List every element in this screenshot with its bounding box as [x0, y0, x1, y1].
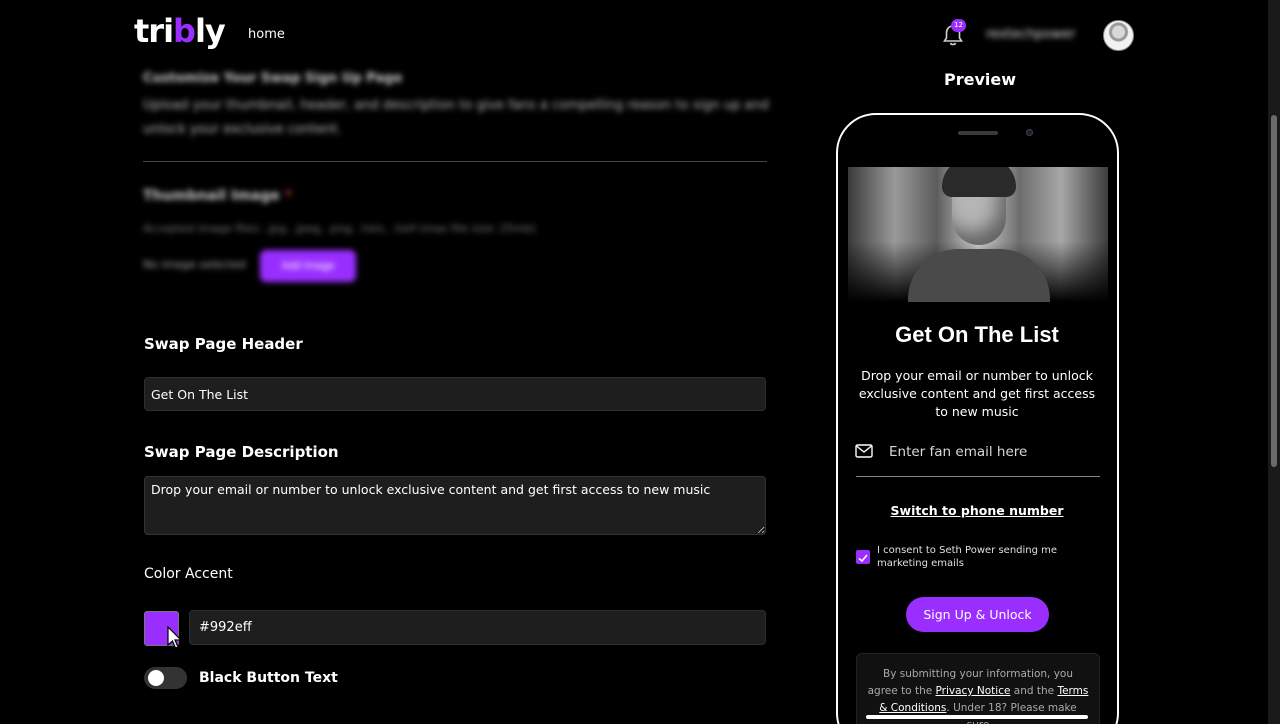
- preview-description: Drop your email or number to unlock excl…: [858, 368, 1096, 419]
- thumbnail-accepted-types: Accepted image files: .jpg, .jpeg, .png,…: [143, 222, 536, 235]
- preview-heading: Get On The List: [895, 322, 1059, 347]
- mail-icon: [855, 444, 873, 458]
- cursor-pointer-icon: [167, 626, 183, 649]
- sign-up-unlock-button[interactable]: Sign Up & Unlock: [906, 597, 1049, 632]
- required-mark: *: [284, 188, 292, 204]
- swap-page-header-input[interactable]: [144, 377, 766, 411]
- phone-home-indicator: [866, 715, 1088, 719]
- tribly-logo[interactable]: tribly: [134, 12, 226, 50]
- username[interactable]: rextechpower: [986, 27, 1075, 42]
- top-navigation: tribly home 12 rextechpower: [0, 0, 1268, 70]
- notification-badge: 12: [951, 19, 966, 32]
- preview-thumbnail-image: [848, 167, 1108, 302]
- logo-text: tri: [134, 12, 174, 50]
- logo-text-end: ly: [194, 12, 226, 50]
- swap-page-description-textarea[interactable]: Drop your email or number to unlock excl…: [144, 476, 766, 535]
- check-icon: [858, 554, 868, 563]
- thumbnail-label-text: Thumbnail Image: [143, 188, 280, 204]
- add-image-button[interactable]: Add Image: [260, 250, 356, 282]
- switch-to-phone-link[interactable]: Switch to phone number: [848, 503, 1106, 518]
- swap-page-header-label: Swap Page Header: [144, 335, 303, 353]
- legal-suffix: . Under 18? Please make sure: [946, 702, 1077, 724]
- email-underline: [856, 476, 1100, 477]
- preview-title: Preview: [944, 70, 1017, 89]
- nav-link-home[interactable]: home: [248, 27, 285, 42]
- consent-text: I consent to Seth Power sending me marke…: [877, 545, 1058, 569]
- thumbnail-no-image-text: No image selected: [143, 258, 246, 271]
- avatar[interactable]: [1103, 20, 1134, 51]
- consent-checkbox[interactable]: [856, 550, 870, 564]
- privacy-notice-link[interactable]: Privacy Notice: [936, 685, 1011, 697]
- legal-notice: By submitting your information, you agre…: [856, 653, 1100, 724]
- logo-text-accent: b: [173, 12, 196, 50]
- black-button-text-label: Black Button Text: [199, 670, 338, 686]
- scrollbar-thumb[interactable]: [1271, 115, 1277, 467]
- color-hex-input[interactable]: [189, 610, 766, 645]
- intro-title: Customize Your Swap Sign Up Page: [143, 71, 403, 86]
- hero-figure-hair: [942, 167, 1016, 197]
- phone-camera: [1026, 129, 1033, 136]
- color-accent-label: Color Accent: [144, 566, 233, 582]
- thumbnail-label: Thumbnail Image *: [143, 188, 292, 204]
- toggle-knob[interactable]: [148, 670, 164, 686]
- page-scrollbar[interactable]: [1268, 0, 1280, 724]
- phone-speaker: [958, 131, 998, 135]
- legal-and: and the: [1013, 685, 1055, 697]
- section-divider: [143, 161, 767, 162]
- swap-page-description-label: Swap Page Description: [144, 443, 339, 461]
- preview-email-input[interactable]: Enter fan email here: [889, 444, 1027, 460]
- hero-figure-body: [908, 249, 1050, 302]
- intro-description: Upload your thumbnail, header, and descr…: [143, 98, 769, 137]
